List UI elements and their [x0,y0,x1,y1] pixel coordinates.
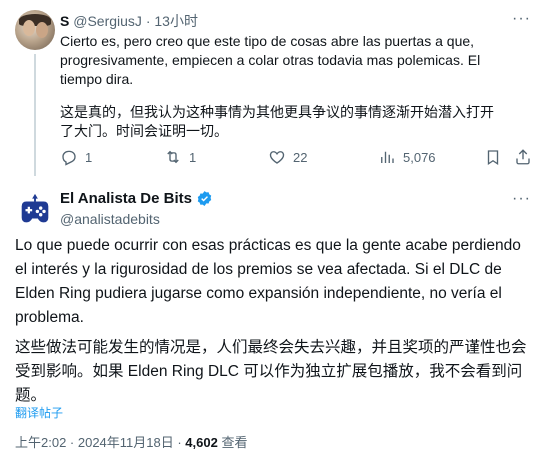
avatar-face [23,20,35,36]
post-text: Lo que puede ocurrir con esas prácticas … [15,234,535,408]
repost-count: 1 [189,149,197,165]
reply-tweet[interactable]: S @SergiusJ · 13小时 ··· Cierto es, pero c… [0,0,550,176]
bookmark-icon [487,150,499,166]
views-count: 5,076 [403,149,436,165]
share-button[interactable] [514,146,539,168]
more-options-icon[interactable]: ··· [512,190,531,208]
reply-text-original: Cierto es, pero creo que este tipo de co… [60,33,481,87]
share-icon [516,149,530,165]
translate-post-link[interactable]: 翻译帖子 [15,405,63,421]
display-name[interactable]: S [60,13,69,29]
display-name[interactable]: El Analista De Bits [60,189,192,208]
action-bar: 1 1 22 5,076 [60,146,530,168]
gamepad-logo-icon [21,193,49,223]
like-count: 22 [293,149,308,165]
like-button[interactable]: 22 [268,146,307,168]
post-timestamp[interactable]: 上午2:02 · 2024年11月18日 · [15,435,185,450]
author-name-row[interactable]: El Analista De Bits [60,189,213,208]
views-button[interactable]: 5,076 [378,146,436,168]
post-meta: 上午2:02 · 2024年11月18日 · 4,602 查看 [15,434,247,452]
repost-button[interactable]: 1 [164,146,196,168]
user-handle[interactable]: @SergiusJ [73,13,142,29]
thread-line [34,54,36,176]
avatar-face [36,22,48,38]
reply-count: 1 [85,149,93,165]
author-block: El Analista De Bits @analistadebits [60,189,213,229]
bookmark-button[interactable] [484,146,509,168]
reply-icon [62,150,76,166]
post-views-label: 查看 [217,435,248,450]
reply-text: Cierto es, pero creo que este tipo de co… [60,32,505,141]
separator-dot: · [145,13,151,29]
more-options-icon[interactable]: ··· [512,10,531,28]
verified-badge-icon [197,191,212,206]
avatar[interactable] [15,190,55,230]
views-icon [381,151,394,163]
avatar[interactable] [15,10,55,50]
post-text-original: Lo que puede ocurrir con esas prácticas … [15,237,521,326]
repost-icon [167,150,179,164]
post-text-translated: 这些做法可能发生的情况是，人们最终会失去兴趣，并且奖项的严谨性也会受到影响。如果… [15,339,527,404]
post-views-count: 4,602 [185,435,218,450]
reply-button[interactable]: 1 [60,146,92,168]
reply-text-translated: 这是真的，但我认为这种事情为其他更具争议的事情逐渐开始潜入打开了大门。时间会证明… [60,104,494,139]
user-handle[interactable]: @analistadebits [60,210,213,229]
like-icon [269,151,285,164]
timestamp[interactable]: 13小时 [154,13,198,29]
reply-header: S @SergiusJ · 13小时 [60,12,198,30]
